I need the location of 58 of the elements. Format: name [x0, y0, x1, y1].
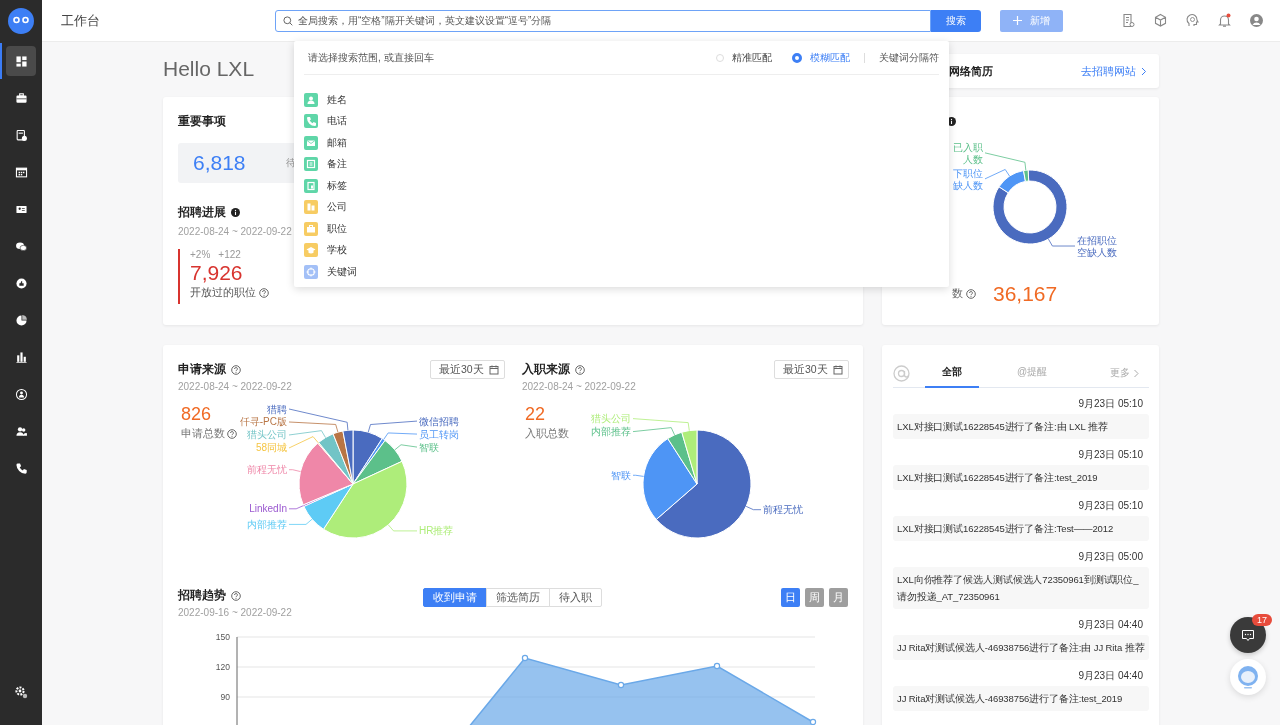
slice-label: 在招职位空缺人数	[1077, 235, 1117, 258]
total-value: 826	[181, 404, 212, 425]
slice-label: 猎头公司	[247, 429, 287, 441]
page-title: 工作台	[60, 11, 101, 30]
activity-message: LXL对接口测试16228545进行了备注:test_2019	[893, 465, 1149, 490]
pending-count: 6,818	[193, 151, 246, 175]
section-title: 入职来源	[522, 362, 570, 377]
dropdown-hint: 请选择搜索范围, 或直接回车	[308, 50, 434, 65]
slice-label: 仟寻-PC版	[239, 416, 287, 428]
date-range: 2022-08-24 ~ 2022-09-22	[178, 226, 292, 237]
activity-message: LXL向你推荐了候选人测试候选人72350961到测试职位_请勿投递_AT_72350961	[893, 567, 1149, 609]
timestamp: 9月23日 04:40	[1077, 670, 1144, 682]
stat-value: 7,926	[190, 260, 243, 286]
unread-badge: 17	[1252, 614, 1272, 626]
slice-label: 58同城	[255, 442, 287, 454]
slice-label: 下职位缺人数	[953, 167, 983, 191]
slice-label: 已入职人数	[953, 141, 983, 165]
percent-change: +2%	[190, 249, 211, 260]
timestamp: 9月23日 05:10	[1077, 398, 1144, 410]
section-title: 重要事项	[178, 114, 226, 129]
axis-label: 120	[215, 662, 230, 672]
total-label: 入职总数	[525, 427, 569, 441]
slice-label: 前程无忧	[763, 504, 803, 516]
timestamp: 9月23日 05:00	[1077, 551, 1144, 563]
slice-label: 内部推荐	[247, 518, 287, 530]
date-range: 2022-09-16 ~ 2022-09-22	[178, 607, 292, 618]
timestamp: 9月23日 04:40	[1077, 619, 1144, 631]
slice-label: 内部推荐	[591, 426, 631, 438]
total-label: 申请总数	[181, 427, 225, 441]
date-range: 2022-08-24 ~ 2022-09-22	[178, 381, 292, 392]
section-title: 招聘趋势	[178, 588, 226, 603]
section-title: 招聘进展	[178, 205, 226, 220]
date-range: 2022-08-24 ~ 2022-09-22	[522, 381, 636, 392]
slice-label: 前程无忧	[247, 464, 287, 476]
total-value: 36,167	[993, 282, 1058, 306]
slice-label: 员工转岗	[419, 428, 459, 440]
card-title: 网络简历	[949, 63, 993, 79]
activity-message: LXL对接口测试16228545进行了备注:Test——2012	[893, 516, 1149, 541]
total-label: 数	[952, 287, 963, 301]
slice-label: 猎头公司	[591, 413, 631, 425]
section-title: 申请来源	[178, 362, 226, 377]
slice-label: 微信招聘	[419, 415, 459, 427]
stat-label: 开放过的职位	[190, 286, 256, 300]
slice-label: LinkedIn	[249, 503, 287, 515]
slice-label: HR推荐	[419, 525, 454, 537]
timestamp: 9月23日 05:10	[1077, 449, 1144, 461]
greeting: Hello LXL	[163, 56, 255, 81]
slice-label: 智联	[419, 441, 439, 453]
timestamp: 9月23日 05:10	[1077, 500, 1144, 512]
axis-label: 150	[215, 632, 230, 642]
activity-message: LXL对接口测试16228545进行了备注:由 LXL 推荐	[893, 414, 1149, 439]
axis-label: 90	[220, 692, 230, 702]
total-value: 22	[525, 404, 546, 425]
count-change: +122	[218, 249, 241, 260]
activity-message: JJ Rita对测试候选人-46938756进行了备注:test_2019	[893, 686, 1149, 711]
slice-label: 猎聘	[267, 404, 287, 415]
activity-message: JJ Rita对测试候选人-46938756进行了备注:由 JJ Rita 推荐	[893, 635, 1149, 660]
slice-label: 智联	[611, 469, 631, 481]
